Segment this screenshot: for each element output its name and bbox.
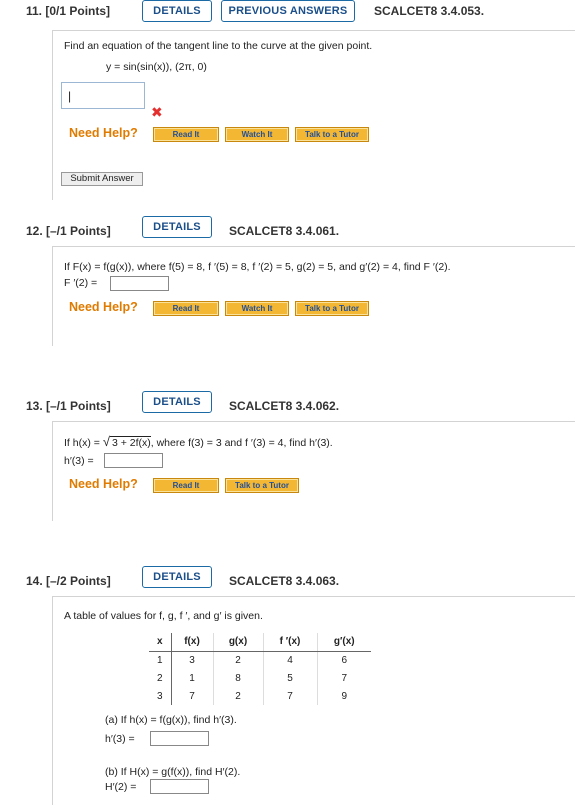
table-row: 3 7 2 7 9 [149, 687, 371, 705]
part-b-prompt: (b) If H(x) = g(f(x)), find H′(2). [105, 766, 241, 778]
read-it-button[interactable]: Read It [153, 127, 219, 142]
table-header-cell: x [149, 633, 172, 652]
problem-code: SCALCET8 3.4.061. [229, 224, 340, 238]
question-prompt: If h(x) = √ 3 + 2f(x), where f(3) = 3 and… [64, 434, 333, 449]
talk-to-tutor-button[interactable]: Talk to a Tutor [295, 127, 369, 142]
watch-it-button[interactable]: Watch It [225, 127, 289, 142]
values-table: x f(x) g(x) f ′(x) g′(x) 1 3 2 4 6 2 1 8… [149, 633, 371, 705]
table-cell: 5 [263, 669, 318, 687]
read-it-button[interactable]: Read It [153, 301, 219, 316]
table-header-row: x f(x) g(x) f ′(x) g′(x) [149, 633, 371, 652]
question-12-header: 12. [–/1 Points] DETAILS SCALCET8 3.4.06… [0, 216, 575, 246]
previous-answers-button[interactable]: PREVIOUS ANSWERS [221, 0, 355, 22]
prompt-prefix: If h(x) = [64, 437, 103, 449]
sqrt-content: 3 + 2f(x) [109, 436, 151, 449]
submit-answer-button[interactable]: Submit Answer [61, 172, 143, 186]
table-header-cell: f(x) [171, 633, 214, 652]
table-cell: 8 [213, 669, 264, 687]
question-prompt: A table of values for f, g, f ′, and g′ … [64, 610, 263, 622]
details-button[interactable]: DETAILS [142, 391, 212, 413]
table-cell: 7 [341, 672, 348, 684]
equation-text: y = sin(sin(x)), (2π, 0) [106, 61, 207, 73]
question-14-header: 14. [–/2 Points] DETAILS SCALCET8 3.4.06… [0, 566, 575, 596]
table-cell: 6 [341, 654, 348, 666]
table-cell: 1 [171, 669, 214, 687]
part-a-label: h′(3) = [105, 733, 135, 745]
table-header-cell: g(x) [213, 633, 264, 652]
table-cell: 2 [149, 669, 172, 687]
table-cell: 9 [341, 690, 348, 702]
watch-it-button[interactable]: Watch It [225, 301, 289, 316]
details-button[interactable]: DETAILS [142, 566, 212, 588]
table-cell: 7 [263, 687, 318, 705]
need-help-label: Need Help? [69, 300, 138, 314]
problem-code: SCALCET8 3.4.062. [229, 399, 340, 413]
table-header-cell: g′(x) [317, 633, 371, 652]
question-prompt: Find an equation of the tangent line to … [64, 40, 373, 52]
table-cell: 7 [171, 687, 214, 705]
question-number: 11. [0/1 Points] [26, 4, 111, 18]
table-row: 1 3 2 4 6 [149, 651, 371, 669]
table-row: 2 1 8 5 7 [149, 669, 371, 687]
question-number: 12. [–/1 Points] [26, 224, 111, 238]
details-button[interactable]: DETAILS [142, 0, 212, 22]
problem-code: SCALCET8 3.4.053. [374, 4, 485, 18]
table-cell: 1 [149, 651, 172, 669]
talk-to-tutor-button[interactable]: Talk to a Tutor [295, 301, 369, 316]
incorrect-icon: ✖ [151, 104, 163, 120]
question-number: 14. [–/2 Points] [26, 574, 111, 588]
prompt-suffix: , where f(3) = 3 and f ′(3) = 4, find h′… [150, 437, 333, 449]
question-13-header: 13. [–/1 Points] DETAILS SCALCET8 3.4.06… [0, 391, 575, 421]
read-it-button[interactable]: Read It [153, 478, 219, 493]
table-cell: 2 [213, 651, 264, 669]
table-header-cell: f ′(x) [263, 633, 318, 652]
question-number: 13. [–/1 Points] [26, 399, 111, 413]
part-b-input[interactable] [150, 779, 209, 794]
sqrt-icon: √ [102, 434, 110, 449]
part-a-input[interactable] [150, 731, 209, 746]
details-button[interactable]: DETAILS [142, 216, 212, 238]
problem-code: SCALCET8 3.4.063. [229, 574, 340, 588]
question-prompt: If F(x) = f(g(x)), where f(5) = 8, f ′(5… [64, 261, 451, 273]
part-a-prompt: (a) If h(x) = f(g(x)), find h′(3). [105, 714, 237, 726]
answer-input[interactable] [104, 453, 163, 468]
table-cell: 4 [263, 651, 318, 669]
answer-input[interactable] [110, 276, 169, 291]
need-help-label: Need Help? [69, 477, 138, 491]
table-cell: 3 [149, 687, 172, 705]
table-cell: 2 [213, 687, 264, 705]
table-cell: 3 [171, 651, 214, 669]
need-help-label: Need Help? [69, 126, 138, 140]
answer-label: h′(3) = [64, 455, 94, 467]
answer-input[interactable]: | [61, 82, 145, 109]
answer-label: F ′(2) = [64, 277, 98, 289]
part-b-label: H′(2) = [105, 781, 137, 793]
question-11-header: 11. [0/1 Points] DETAILS PREVIOUS ANSWER… [0, 0, 575, 30]
talk-to-tutor-button[interactable]: Talk to a Tutor [225, 478, 299, 493]
